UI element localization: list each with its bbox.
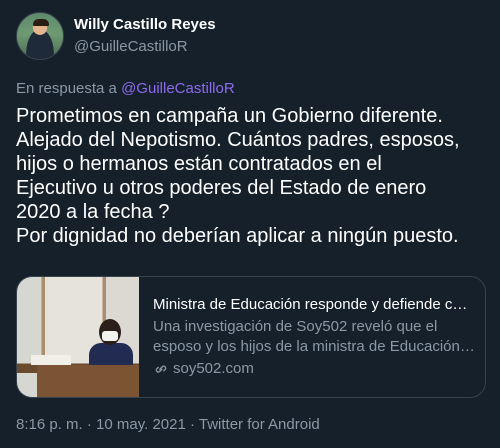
reply-mention-link[interactable]: @GuilleCastilloR xyxy=(121,80,235,97)
reply-prefix: En respuesta a xyxy=(16,80,117,97)
tweet-text-line: Alejado del Nepotismo. Cuántos padres, e… xyxy=(16,129,460,151)
card-domain: soy502.com xyxy=(153,359,475,379)
card-description-line: Una investigación de Soy502 reveló que e… xyxy=(153,318,438,335)
card-description-line: esposo y los hijos de la ministra de Edu… xyxy=(153,338,475,355)
tweet-header: Willy Castillo Reyes @GuilleCastilloR xyxy=(16,12,486,62)
avatar[interactable] xyxy=(16,12,64,60)
link-icon xyxy=(155,365,167,373)
card-thumbnail xyxy=(17,277,139,397)
link-preview-card[interactable]: Ministra de Educación responde y defiend… xyxy=(16,276,486,398)
tweet-text-line: Prometimos en campaña un Gobierno difere… xyxy=(16,105,443,127)
tweet-text-line: hijos o hermanos están contratados en el xyxy=(16,153,382,175)
tweet-text-line: Por dignidad no deberían aplicar a ningú… xyxy=(16,225,459,247)
author-display-name[interactable]: Willy Castillo Reyes xyxy=(74,16,216,33)
tweet-text-line: 2020 a la fecha ? xyxy=(16,201,170,223)
author-handle[interactable]: @GuilleCastilloR xyxy=(74,38,188,55)
tweet-timestamp[interactable]: 8:16 p. m. · 10 may. 2021 · Twitter for … xyxy=(16,416,320,433)
card-domain-text: soy502.com xyxy=(173,360,254,377)
thumbnail-desk xyxy=(37,365,139,397)
tweet-text: Prometimos en campaña un Gobierno difere… xyxy=(16,104,488,248)
reply-context: En respuesta a @GuilleCastilloR xyxy=(16,80,235,97)
tweet-text-line: Ejecutivo u otros poderes del Estado de … xyxy=(16,177,427,199)
card-description: Una investigación de Soy502 reveló que e… xyxy=(153,317,475,357)
thumbnail-mask xyxy=(102,331,118,341)
card-title: Ministra de Educación responde y defiend… xyxy=(153,296,475,313)
thumbnail-nameplate xyxy=(31,355,71,365)
card-body: Ministra de Educación responde y defiend… xyxy=(153,295,475,379)
